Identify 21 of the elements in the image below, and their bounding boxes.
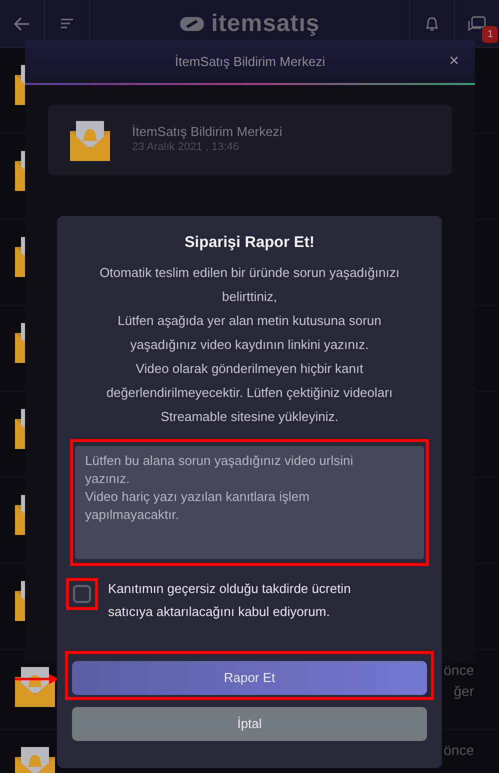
dialog-message: Otomatik teslim edilen bir üründe sorun yaşadığınızı belirttiniz, Lütfen aşağıda yer alan metin kutusuna sorun yaşadığınız video kaydının linkini yazınız. Video olarak gönderilmeyen hiçbir kanıt değerlendirilmeyecektir. Lütfen çektiğiniz videoları Streamable sitesine yükleyiniz. (98, 264, 400, 426)
report-button[interactable]: Rapor Et (72, 660, 427, 695)
back-icon[interactable] (14, 16, 30, 30)
dialog-title: Siparişi Rapor Et! (183, 234, 316, 253)
consent-checkbox[interactable] (73, 584, 91, 603)
notification-text: ğer (454, 682, 474, 701)
notification-text: önce (444, 741, 474, 760)
cancel-button[interactable]: İptal (72, 706, 427, 741)
notification-title: İtemSatış Bildirim Merkezi (132, 124, 282, 139)
envelope-bell-icon (70, 119, 110, 161)
logo-text[interactable]: itemsatış (211, 6, 320, 42)
consent-label: Kanıtımın geçersiz olduğu takdirde ücretin satıcıya aktarılacağını kabul ediyorum. (108, 580, 352, 621)
notification-text: önce (444, 661, 474, 680)
menu-icon[interactable] (60, 18, 74, 29)
video-url-field[interactable]: Lütfen bu alana sorun yaşadığınız video urlsini yazınız. Video hariç yazı yazılan kanıtlara işlem yapılmayacaktır. (75, 446, 424, 559)
close-button[interactable]: × (449, 52, 459, 69)
chat-icon[interactable] (468, 16, 486, 32)
notification-badge: 1 (482, 26, 498, 43)
modal-title: İtemSatış Bildirim Merkezi (174, 52, 326, 71)
logo-icon[interactable] (179, 14, 206, 32)
bell-icon[interactable] (425, 16, 439, 32)
